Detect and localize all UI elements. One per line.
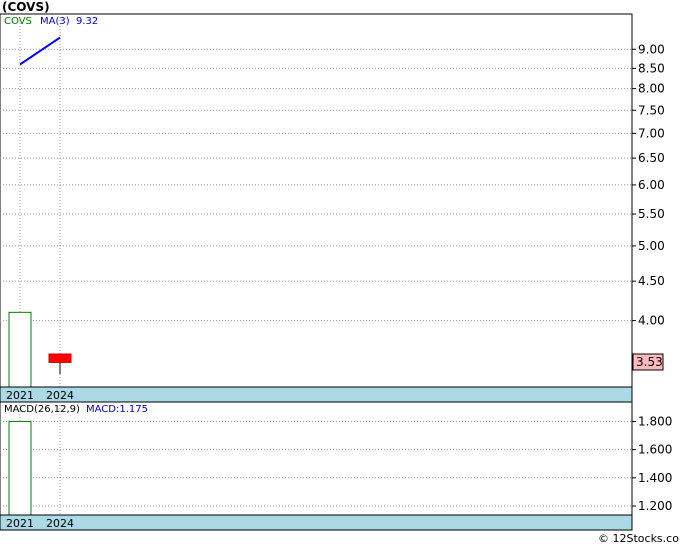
price-tick-label: 7.50 bbox=[638, 103, 665, 117]
price-tick-label: 6.00 bbox=[638, 178, 665, 192]
x-tick-label: 2024 bbox=[46, 517, 74, 530]
price-tick-label: 8.00 bbox=[638, 82, 665, 96]
price-tick-label: 5.50 bbox=[638, 207, 665, 221]
price-axis: 9.00 8.50 8.00 7.50 7.00 6.50 6.00 5.50 5.00 4.50… bbox=[632, 42, 665, 328]
price-tick-label: 4.00 bbox=[638, 314, 665, 328]
candle-body bbox=[48, 353, 72, 363]
watermark: © 12Stocks.com bbox=[598, 532, 680, 545]
macd-tick-label: 1.800 bbox=[638, 414, 672, 428]
last-price-marker: 3.53 bbox=[632, 353, 664, 371]
macd-tick-label: 1.600 bbox=[638, 443, 672, 457]
candle-body bbox=[8, 311, 32, 388]
legend-ma-value: 9.32 bbox=[76, 16, 98, 27]
macd-legend: MACD(26,12,9) MACD:1.175 bbox=[4, 404, 148, 415]
macd-tick-label: 1.400 bbox=[638, 471, 672, 485]
price-tick-label: 9.00 bbox=[638, 42, 665, 56]
price-tick-label: 6.50 bbox=[638, 151, 665, 165]
macd-axis: 1.800 1.600 1.400 1.200 bbox=[632, 414, 672, 513]
price-panel bbox=[0, 13, 633, 403]
legend-ticker: COVS bbox=[4, 16, 32, 27]
legend-ma-label: MA(3) bbox=[40, 16, 70, 27]
x-tick-label: 2024 bbox=[46, 389, 74, 402]
price-tick-label: 5.00 bbox=[638, 239, 665, 253]
legend-macd-value: MACD:1.175 bbox=[86, 404, 148, 415]
x-tick-label: 2021 bbox=[6, 517, 34, 530]
macd-tick-label: 1.200 bbox=[638, 499, 672, 513]
price-date-bar bbox=[0, 386, 633, 403]
price-tick-label: 4.50 bbox=[638, 274, 665, 288]
chart-title: (COVS) bbox=[2, 0, 50, 14]
last-price-label: 3.53 bbox=[636, 355, 663, 369]
price-tick-label: 7.00 bbox=[638, 126, 665, 140]
price-tick-label: 8.50 bbox=[638, 61, 665, 75]
stock-chart: (COVS) 9.00 8.50 8.00 7.50 7.00 6.50 6.00 5.50 5… bbox=[0, 0, 680, 545]
price-legend: COVS MA(3) 9.32 bbox=[4, 16, 98, 27]
macd-bars bbox=[8, 420, 32, 516]
x-tick-label: 2021 bbox=[6, 389, 34, 402]
legend-macd-name: MACD(26,12,9) bbox=[4, 404, 80, 415]
macd-bar bbox=[8, 420, 32, 516]
macd-date-bar bbox=[0, 514, 633, 531]
